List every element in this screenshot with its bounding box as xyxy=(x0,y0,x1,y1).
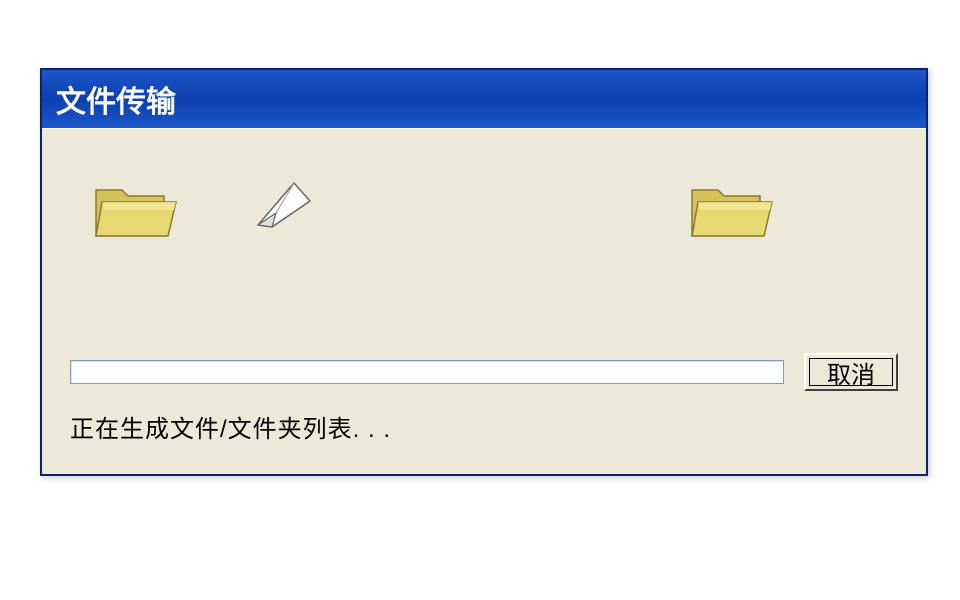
progress-row: 取消 xyxy=(70,353,898,391)
destination-folder-icon xyxy=(688,172,778,244)
status-text: 正在生成文件/文件夹列表. . . xyxy=(70,409,898,444)
titlebar[interactable]: 文件传输 xyxy=(42,70,926,128)
source-folder-icon xyxy=(92,172,182,244)
flying-paper-icon xyxy=(252,179,316,237)
window-title: 文件传输 xyxy=(56,77,176,121)
dialog-content: 取消 正在生成文件/文件夹列表. . . xyxy=(42,128,926,474)
progress-bar xyxy=(70,360,784,384)
cancel-button[interactable]: 取消 xyxy=(804,353,898,391)
transfer-icon-row xyxy=(70,153,898,263)
file-transfer-dialog: 文件传输 xyxy=(40,68,928,476)
